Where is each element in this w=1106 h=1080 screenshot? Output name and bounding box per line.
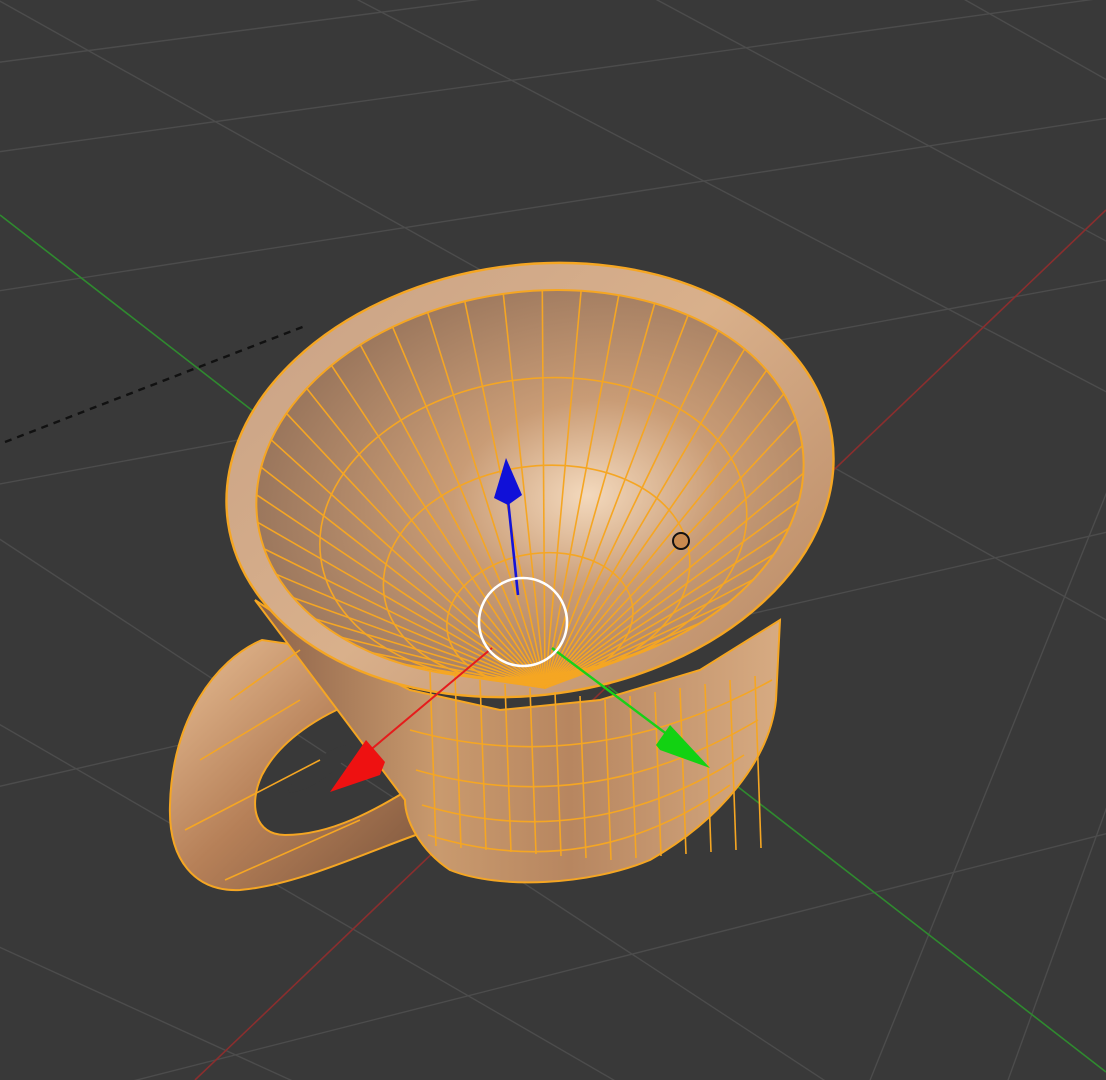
3d-viewport[interactable]	[0, 0, 1106, 1080]
object-origin-icon[interactable]	[672, 532, 690, 550]
cup-mesh[interactable]	[168, 225, 862, 892]
viewport-canvas[interactable]	[0, 0, 1106, 1080]
